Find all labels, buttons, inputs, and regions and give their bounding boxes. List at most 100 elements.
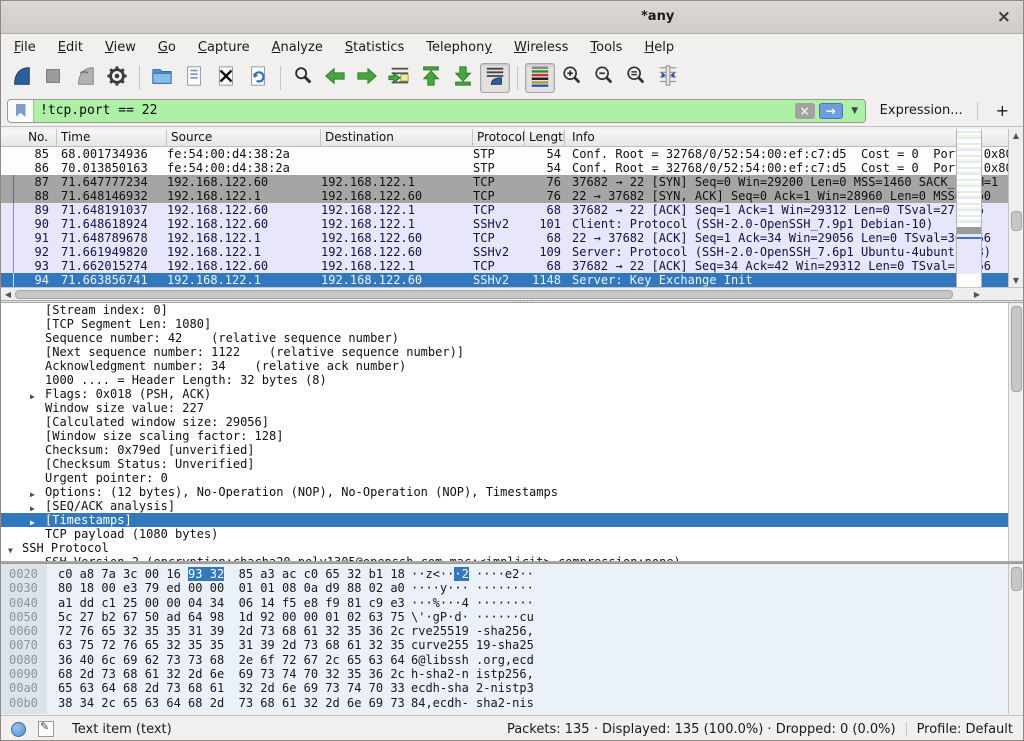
scroll-down-icon[interactable]: ▼ bbox=[1009, 276, 1023, 285]
packet-row[interactable]: 8871.648146932192.168.122.1192.168.122.6… bbox=[1, 189, 1023, 203]
go-top-button[interactable] bbox=[416, 63, 446, 93]
menu-tools[interactable]: Tools bbox=[579, 36, 633, 59]
apply-filter-button[interactable]: → bbox=[819, 103, 843, 119]
zoom-original-button[interactable] bbox=[621, 63, 651, 93]
zoom-in-button[interactable] bbox=[557, 63, 587, 93]
hex-vscrollbar[interactable] bbox=[1008, 564, 1023, 714]
packet-row[interactable]: 9071.648618924192.168.122.60192.168.122.… bbox=[1, 217, 1023, 231]
go-back-button[interactable] bbox=[320, 63, 350, 93]
window-close-icon[interactable]: × bbox=[997, 7, 1011, 27]
colorize-button[interactable] bbox=[525, 63, 555, 93]
menu-telephony[interactable]: Telephony bbox=[415, 36, 503, 59]
hex-row[interactable]: 003080 18 00 e3 79 ed 00 00 01 01 08 0a … bbox=[1, 581, 1023, 595]
detail-line[interactable]: Sequence number: 42 (relative sequence n… bbox=[1, 331, 1023, 345]
detail-line[interactable]: Acknowledgment number: 34 (relative ack … bbox=[1, 359, 1023, 373]
column-header-source[interactable]: Source bbox=[167, 129, 321, 146]
packet-row[interactable]: 8971.648191037192.168.122.60192.168.122.… bbox=[1, 203, 1023, 217]
detail-line[interactable]: [Stream index: 0] bbox=[1, 303, 1023, 317]
resize-columns-button[interactable] bbox=[653, 63, 683, 93]
menu-statistics[interactable]: Statistics bbox=[334, 36, 415, 59]
detail-line[interactable]: [TCP Segment Len: 1080] bbox=[1, 317, 1023, 331]
expert-info-icon[interactable] bbox=[11, 722, 26, 737]
detail-line[interactable]: ▶[SEQ/ACK analysis] bbox=[1, 499, 1023, 513]
display-filter-input[interactable] bbox=[34, 100, 793, 122]
packet-row[interactable]: 9171.648789678192.168.122.1192.168.122.6… bbox=[1, 231, 1023, 245]
column-header-protocol[interactable]: Protocol bbox=[473, 129, 525, 146]
packet-list-vscroll-thumb[interactable] bbox=[1011, 211, 1022, 231]
hex-row[interactable]: 007063 75 72 76 65 32 35 35 31 39 2d 73 … bbox=[1, 638, 1023, 652]
column-header-destination[interactable]: Destination bbox=[321, 129, 473, 146]
detail-line[interactable]: ▼SSH Protocol bbox=[1, 541, 1023, 555]
intelligent-scrollbar-minimap[interactable] bbox=[956, 129, 982, 287]
detail-line[interactable]: ▶Options: (12 bytes), No-Operation (NOP)… bbox=[1, 485, 1023, 499]
hex-row[interactable]: 006072 76 65 32 35 35 31 39 2d 73 68 61 … bbox=[1, 624, 1023, 638]
scroll-up-icon[interactable]: ▲ bbox=[1009, 131, 1023, 140]
stop-capture-button[interactable] bbox=[38, 63, 68, 93]
hex-row[interactable]: 00a065 63 64 68 2d 73 68 61 32 2d 6e 69 … bbox=[1, 681, 1023, 695]
menu-help[interactable]: Help bbox=[633, 36, 685, 59]
detail-line[interactable]: [Calculated window size: 29056] bbox=[1, 415, 1023, 429]
open-file-button[interactable] bbox=[147, 63, 177, 93]
hex-row[interactable]: 0040a1 dd c1 25 00 00 04 34 06 14 f5 e8 … bbox=[1, 596, 1023, 610]
menu-capture[interactable]: Capture bbox=[187, 36, 261, 59]
detail-line[interactable]: 1000 .... = Header Length: 32 bytes (8) bbox=[1, 373, 1023, 387]
start-capture-button[interactable] bbox=[6, 63, 36, 93]
column-header-time[interactable]: Time bbox=[57, 129, 167, 146]
column-header-no[interactable]: No. bbox=[1, 129, 57, 146]
column-header-length[interactable]: Length bbox=[525, 129, 565, 146]
detail-line[interactable]: [Window size scaling factor: 128] bbox=[1, 429, 1023, 443]
zoom-out-button[interactable] bbox=[589, 63, 619, 93]
hex-row[interactable]: 00b038 34 2c 65 63 64 68 2d 73 68 61 32 … bbox=[1, 696, 1023, 710]
detail-line[interactable]: ▶[Timestamps] bbox=[1, 513, 1023, 527]
menu-analyze[interactable]: Analyze bbox=[261, 36, 334, 59]
save-file-button[interactable] bbox=[179, 63, 209, 93]
expression-button[interactable]: Expression... bbox=[880, 103, 963, 118]
filter-history-dropdown[interactable]: ▼ bbox=[847, 103, 863, 119]
status-profile[interactable]: Profile: Default bbox=[917, 722, 1013, 737]
capture-options-button[interactable] bbox=[102, 63, 132, 93]
menu-edit[interactable]: Edit bbox=[47, 36, 94, 59]
packet-row[interactable]: 9271.661949820192.168.122.1192.168.122.6… bbox=[1, 245, 1023, 259]
hex-row[interactable]: 008036 40 6c 69 62 73 73 68 2e 6f 72 67 … bbox=[1, 653, 1023, 667]
packet-row[interactable]: 8568.001734936fe:54:00:d4:38:2aSTP54Conf… bbox=[1, 147, 1023, 161]
hex-vscroll-thumb[interactable] bbox=[1011, 567, 1022, 591]
detail-line[interactable]: TCP payload (1080 bytes) bbox=[1, 527, 1023, 541]
scroll-left-icon[interactable]: ◀ bbox=[3, 290, 13, 299]
menu-view[interactable]: View bbox=[94, 36, 147, 59]
hex-row[interactable]: 009068 2d 73 68 61 32 2d 6e 69 73 74 70 … bbox=[1, 667, 1023, 681]
autoscroll-button[interactable] bbox=[480, 63, 510, 93]
packet-list-vscrollbar[interactable]: ▲ ▼ bbox=[1008, 129, 1023, 287]
titlebar[interactable]: *any × bbox=[1, 1, 1023, 34]
detail-line[interactable]: ▶Flags: 0x018 (PSH, ACK) bbox=[1, 387, 1023, 401]
packet-row[interactable]: 8670.013850163fe:54:00:d4:38:2aSTP54Conf… bbox=[1, 161, 1023, 175]
packet-list-hscroll-thumb[interactable] bbox=[15, 290, 953, 299]
capture-comment-icon[interactable] bbox=[38, 721, 54, 737]
menu-go[interactable]: Go bbox=[147, 36, 187, 59]
hex-row[interactable]: 0020c0 a8 7a 3c 00 16 93 32 85 a3 ac c0 … bbox=[1, 567, 1023, 581]
packet-row[interactable]: 9371.662015274192.168.122.60192.168.122.… bbox=[1, 259, 1023, 273]
menu-file[interactable]: File bbox=[3, 36, 47, 59]
add-filter-button[interactable]: + bbox=[988, 101, 1017, 120]
clear-filter-button[interactable]: × bbox=[795, 103, 815, 119]
display-filter-combo[interactable]: × → ▼ bbox=[7, 99, 866, 123]
restart-capture-button[interactable] bbox=[70, 63, 100, 93]
scroll-right-icon[interactable]: ▶ bbox=[972, 290, 982, 299]
reload-file-button[interactable] bbox=[243, 63, 273, 93]
packet-row[interactable]: 9471.663856741192.168.122.1192.168.122.6… bbox=[1, 273, 1023, 287]
detail-line[interactable]: Window size value: 227 bbox=[1, 401, 1023, 415]
menu-wireless[interactable]: Wireless bbox=[503, 36, 579, 59]
detail-vscrollbar[interactable] bbox=[1008, 303, 1023, 562]
detail-line[interactable]: [Checksum Status: Unverified] bbox=[1, 457, 1023, 471]
close-file-button[interactable] bbox=[211, 63, 241, 93]
column-header-info[interactable]: Info bbox=[565, 129, 1023, 146]
detail-line[interactable]: Checksum: 0x79ed [unverified] bbox=[1, 443, 1023, 457]
find-packet-button[interactable] bbox=[288, 63, 318, 93]
packet-list-hscrollbar[interactable]: ◀ ▶ bbox=[1, 287, 984, 300]
detail-line[interactable]: Urgent pointer: 0 bbox=[1, 471, 1023, 485]
filter-bookmark-button[interactable] bbox=[8, 100, 34, 122]
go-to-packet-button[interactable] bbox=[384, 63, 414, 93]
detail-line[interactable]: [Next sequence number: 1122 (relative se… bbox=[1, 345, 1023, 359]
packet-row[interactable]: 8771.647777234192.168.122.60192.168.122.… bbox=[1, 175, 1023, 189]
hex-row[interactable]: 00505c 27 b2 67 50 ad 64 98 1d 92 00 00 … bbox=[1, 610, 1023, 624]
detail-vscroll-thumb[interactable] bbox=[1011, 306, 1022, 392]
